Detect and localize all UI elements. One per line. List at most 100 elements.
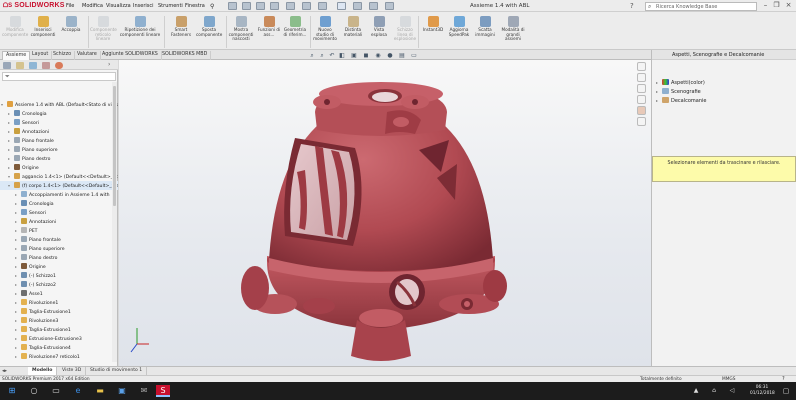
ribbon-button-edit-component[interactable]: Modifica componente [2,16,28,37]
tree-item-decals[interactable]: ▸ Decalcomanie [656,96,707,105]
section-view-icon[interactable]: ◧ [338,52,346,60]
expand-arrow-icon[interactable]: ▾ [8,172,13,181]
minimize-button[interactable]: – [761,1,770,10]
print-icon[interactable] [286,2,295,10]
tree-item[interactable]: ▸ Piano destro [0,154,118,163]
edit-appearance-icon[interactable]: ● [386,52,394,60]
expand-arrow-icon[interactable]: ▸ [15,280,20,289]
ribbon-button-mate[interactable]: Accoppia [58,16,84,33]
tab-model[interactable]: Modello [28,367,58,375]
expand-arrow-icon[interactable]: ▸ [15,307,20,316]
save-icon[interactable] [270,2,279,10]
expand-arrow-icon[interactable]: ▸ [15,253,20,262]
tree-item[interactable]: ▸ Cronologia [0,199,118,208]
resources-icon[interactable] [637,62,646,71]
help-icon[interactable]: ? [630,2,638,10]
tree-item[interactable]: ▸ Sensori [0,118,118,127]
tab-mbd[interactable]: SOLIDWORKS MBD [159,51,212,60]
clock[interactable]: 06:31 01/12/2018 [750,385,775,396]
ribbon-button-motion-study[interactable]: Nuovo studio di movimento [312,16,338,42]
ribbon-button-reference-geometry[interactable]: Geometria di riferim... [282,16,308,37]
tree-scrollbar[interactable] [112,82,117,362]
expand-arrow-icon[interactable]: ▸ [15,235,20,244]
tree-item[interactable]: ▸ PET [0,226,118,235]
bracket-assembly-model[interactable] [241,82,507,361]
search-icon[interactable]: ○ [28,385,40,397]
ribbon-button-pattern-driven[interactable]: Ripetizione dei componenti lineare [118,16,162,37]
solidworks-taskbar-icon[interactable]: S [156,385,170,397]
expand-arrow-icon[interactable]: ▸ [15,190,20,199]
expand-arrow-icon[interactable]: ▸ [15,262,20,271]
options-icon[interactable] [385,2,394,10]
hide-show-icon[interactable]: ◉ [374,52,382,60]
tree-item[interactable]: ▸ Taglia-Estrusione1 [0,325,118,334]
expand-arrow-icon[interactable]: ▸ [15,352,20,361]
volume-icon[interactable]: ◁ [726,385,738,397]
expand-arrow-icon[interactable]: ▸ [15,289,20,298]
expand-arrow-icon[interactable]: ▸ [15,244,20,253]
tab-3d-views[interactable]: Viste 3D [58,367,87,375]
tab-evaluate[interactable]: Valutare [74,51,101,60]
display-manager-tab-icon[interactable] [55,62,63,69]
display-style-icon[interactable]: ◼ [362,52,370,60]
tree-item[interactable]: ▸ (-) Schizzo2 [0,280,118,289]
file-explorer-icon[interactable]: ▬ [94,385,106,397]
view-palette-icon[interactable] [637,95,646,104]
tab-motion-study[interactable]: Studio di movimento 1 [86,367,148,375]
expand-arrow-icon[interactable]: ▸ [8,154,13,163]
ribbon-button-insert-components[interactable]: Inserisci componenti [30,16,56,37]
ribbon-button-snapshot[interactable]: Scatta immagini [472,16,498,37]
pin-icon[interactable]: ⚲ [210,3,214,10]
expand-arrow-icon[interactable]: ▸ [15,343,20,352]
tab-assembly[interactable]: Assieme [2,51,31,60]
rebuild-icon[interactable] [353,2,362,10]
menu-insert[interactable]: Inserisci [133,3,154,9]
ribbon-button-smart-fasteners[interactable]: Smart Fasteners [168,16,194,37]
tree-item[interactable]: ▾ aggancio 1.4<1> (Default<<Default>_Sta [0,172,118,181]
expand-arrow-icon[interactable]: ▾ [8,181,13,190]
design-library-icon[interactable] [637,73,646,82]
ribbon-button-explode-line[interactable]: Schizzo linea di esplosione [392,16,418,42]
expand-arrow-icon[interactable]: ▸ [15,334,20,343]
expand-arrow-icon[interactable]: › [108,61,110,68]
tree-item-scenes[interactable]: ▸ Scenografie [656,87,701,96]
tree-item[interactable]: ▸ Rivoluzione3 [0,316,118,325]
expand-arrow-icon[interactable]: ▸ [15,199,20,208]
tab-addins[interactable]: Aggiunte SOLIDWORKS [99,51,162,60]
tree-item[interactable]: ▸ Taglia-Estrusione4 [0,343,118,352]
expand-arrow-icon[interactable]: ▸ [15,298,20,307]
system-tray-icon[interactable]: ⌂ [708,385,720,397]
ribbon-button-speedpak[interactable]: Aggiorna SpeedPak [446,16,472,37]
ribbon-button-assembly-features[interactable]: Funzioni di ass... [256,16,282,37]
start-icon[interactable]: ⊞ [6,385,18,397]
expand-arrow-icon[interactable]: ▸ [15,316,20,325]
tree-item[interactable]: ▸ Piano destro [0,253,118,262]
tree-item[interactable]: ▸ Accoppiamenti in Assieme 1.4 with [0,190,118,199]
expand-arrow-icon[interactable]: ▸ [8,136,13,145]
expand-arrow-icon[interactable]: ▸ [8,118,13,127]
undo-icon[interactable] [302,2,311,10]
redo-icon[interactable] [318,2,327,10]
tree-item-appearances[interactable]: ▸ Aspetti(color) [656,78,705,87]
restore-button[interactable]: ❐ [772,1,781,10]
tree-item[interactable]: ▾ (f) corpo 1.4<1> (Default<<Default>_Sta [0,181,118,190]
dimxpert-tab-icon[interactable] [42,62,50,69]
tree-item[interactable]: ▸ Piano superiore [0,145,118,154]
close-button[interactable]: × [784,1,793,10]
ribbon-button-show-hidden[interactable]: Mostra componenti nascosti [228,16,254,42]
tree-item[interactable]: ▸ Asse1 [0,289,118,298]
edge-icon[interactable]: e [72,385,84,397]
appearances-icon[interactable] [637,106,646,115]
solidworks-logo[interactable]: ᗝS SOLIDWORKS [3,2,65,10]
scene-icon[interactable]: ▤ [398,52,406,60]
store-icon[interactable]: ▣ [116,385,128,397]
expand-arrow-icon[interactable]: ▸ [8,109,13,118]
menu-file[interactable]: File [66,3,74,9]
tree-item[interactable]: ▾ Assieme 1.4 with ABL (Default<Stato di … [0,100,118,109]
network-icon[interactable]: ▲ [690,385,702,397]
ribbon-button-exploded-view[interactable]: Vista esplosa [366,16,392,37]
tab-sketch[interactable]: Schizzo [50,51,76,60]
view-orientation-icon[interactable]: ▣ [350,52,358,60]
expand-arrow-icon[interactable]: ▸ [8,127,13,136]
expand-arrow-icon[interactable]: ▸ [8,145,13,154]
